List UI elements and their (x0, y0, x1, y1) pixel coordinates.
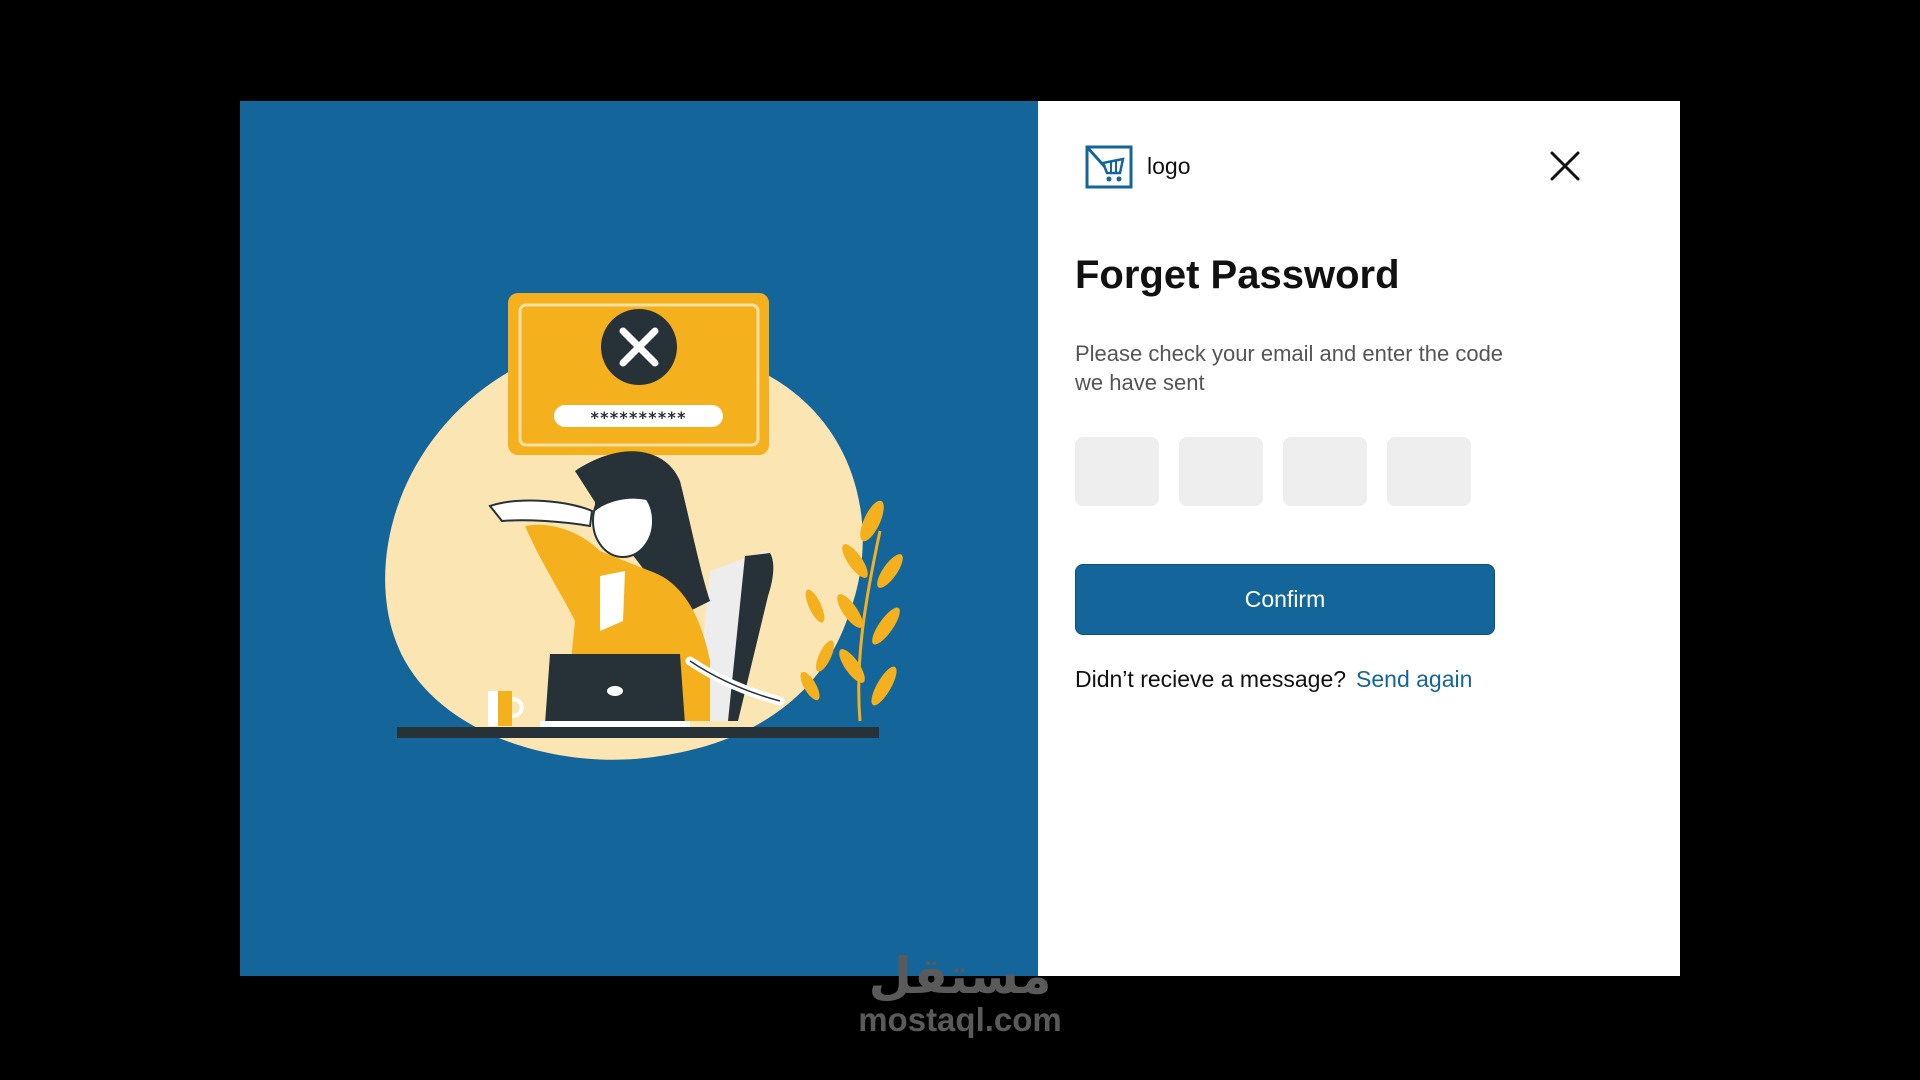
code-digit-3[interactable] (1283, 437, 1367, 506)
page-title: Forget Password (1075, 253, 1400, 297)
verification-code-inputs (1075, 437, 1471, 506)
resend-prompt: Didn’t recieve a message? (1075, 666, 1347, 692)
form-panel: logo Forget Password Please check your e… (1038, 101, 1680, 976)
watermark-arabic: مستقل (868, 947, 1052, 1005)
masked-password: ********** (590, 408, 686, 427)
code-digit-2[interactable] (1179, 437, 1263, 506)
close-icon (1550, 151, 1580, 181)
desk (397, 727, 879, 738)
instructions-text: Please check your email and enter the co… (1075, 341, 1504, 395)
code-digit-1[interactable] (1075, 437, 1159, 506)
close-button[interactable] (1548, 149, 1582, 183)
logo[interactable]: logo (1083, 141, 1190, 191)
logo-text: logo (1147, 152, 1191, 179)
cart-logo-icon (1085, 145, 1133, 189)
resend-row: Didn’t recieve a message? Send again (1075, 666, 1472, 693)
forgot-password-modal: ********** logo Forget Password Please c… (240, 101, 1680, 976)
watermark-latin: mostaql.com (858, 1001, 1062, 1038)
forgot-password-illustration: ********** (385, 293, 903, 760)
send-again-link[interactable]: Send again (1356, 666, 1472, 692)
confirm-button[interactable]: Confirm (1075, 564, 1495, 635)
watermark: مستقل mostaql.com (845, 950, 1075, 1038)
illustration-panel: ********** (240, 101, 1038, 976)
code-digit-4[interactable] (1387, 437, 1471, 506)
